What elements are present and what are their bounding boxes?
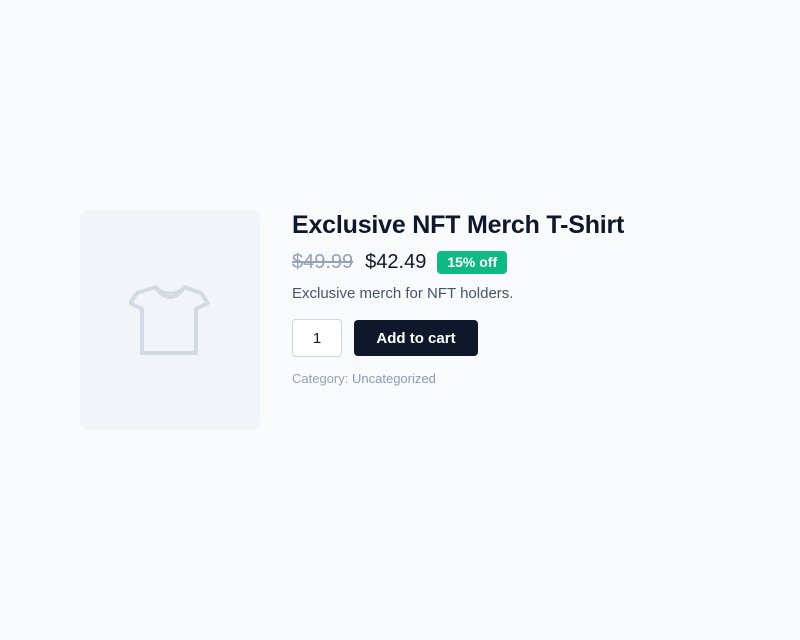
product-info: Exclusive NFT Merch T-Shirt $49.99 $42.4… [292, 210, 712, 386]
product-card: Exclusive NFT Merch T-Shirt $49.99 $42.4… [80, 210, 712, 430]
quantity-input[interactable] [292, 319, 342, 357]
price-row: $49.99 $42.49 15% off [292, 248, 712, 276]
add-to-cart-button[interactable]: Add to cart [354, 320, 478, 356]
add-to-cart-form: Add to cart [292, 319, 712, 357]
original-price: $49.99 [292, 250, 354, 273]
product-description: Exclusive merch for NFT holders. [292, 285, 514, 302]
category-label: Category: [292, 371, 349, 386]
product-title: Exclusive NFT Merch T-Shirt [292, 211, 625, 239]
product-image-placeholder [80, 210, 260, 430]
discount-badge: 15% off [437, 250, 508, 274]
category-link[interactable]: Uncategorized [352, 371, 436, 386]
t-shirt-icon [129, 285, 210, 355]
product-category: Category: Uncategorized [292, 371, 712, 386]
sale-price: $42.49 [365, 250, 427, 273]
